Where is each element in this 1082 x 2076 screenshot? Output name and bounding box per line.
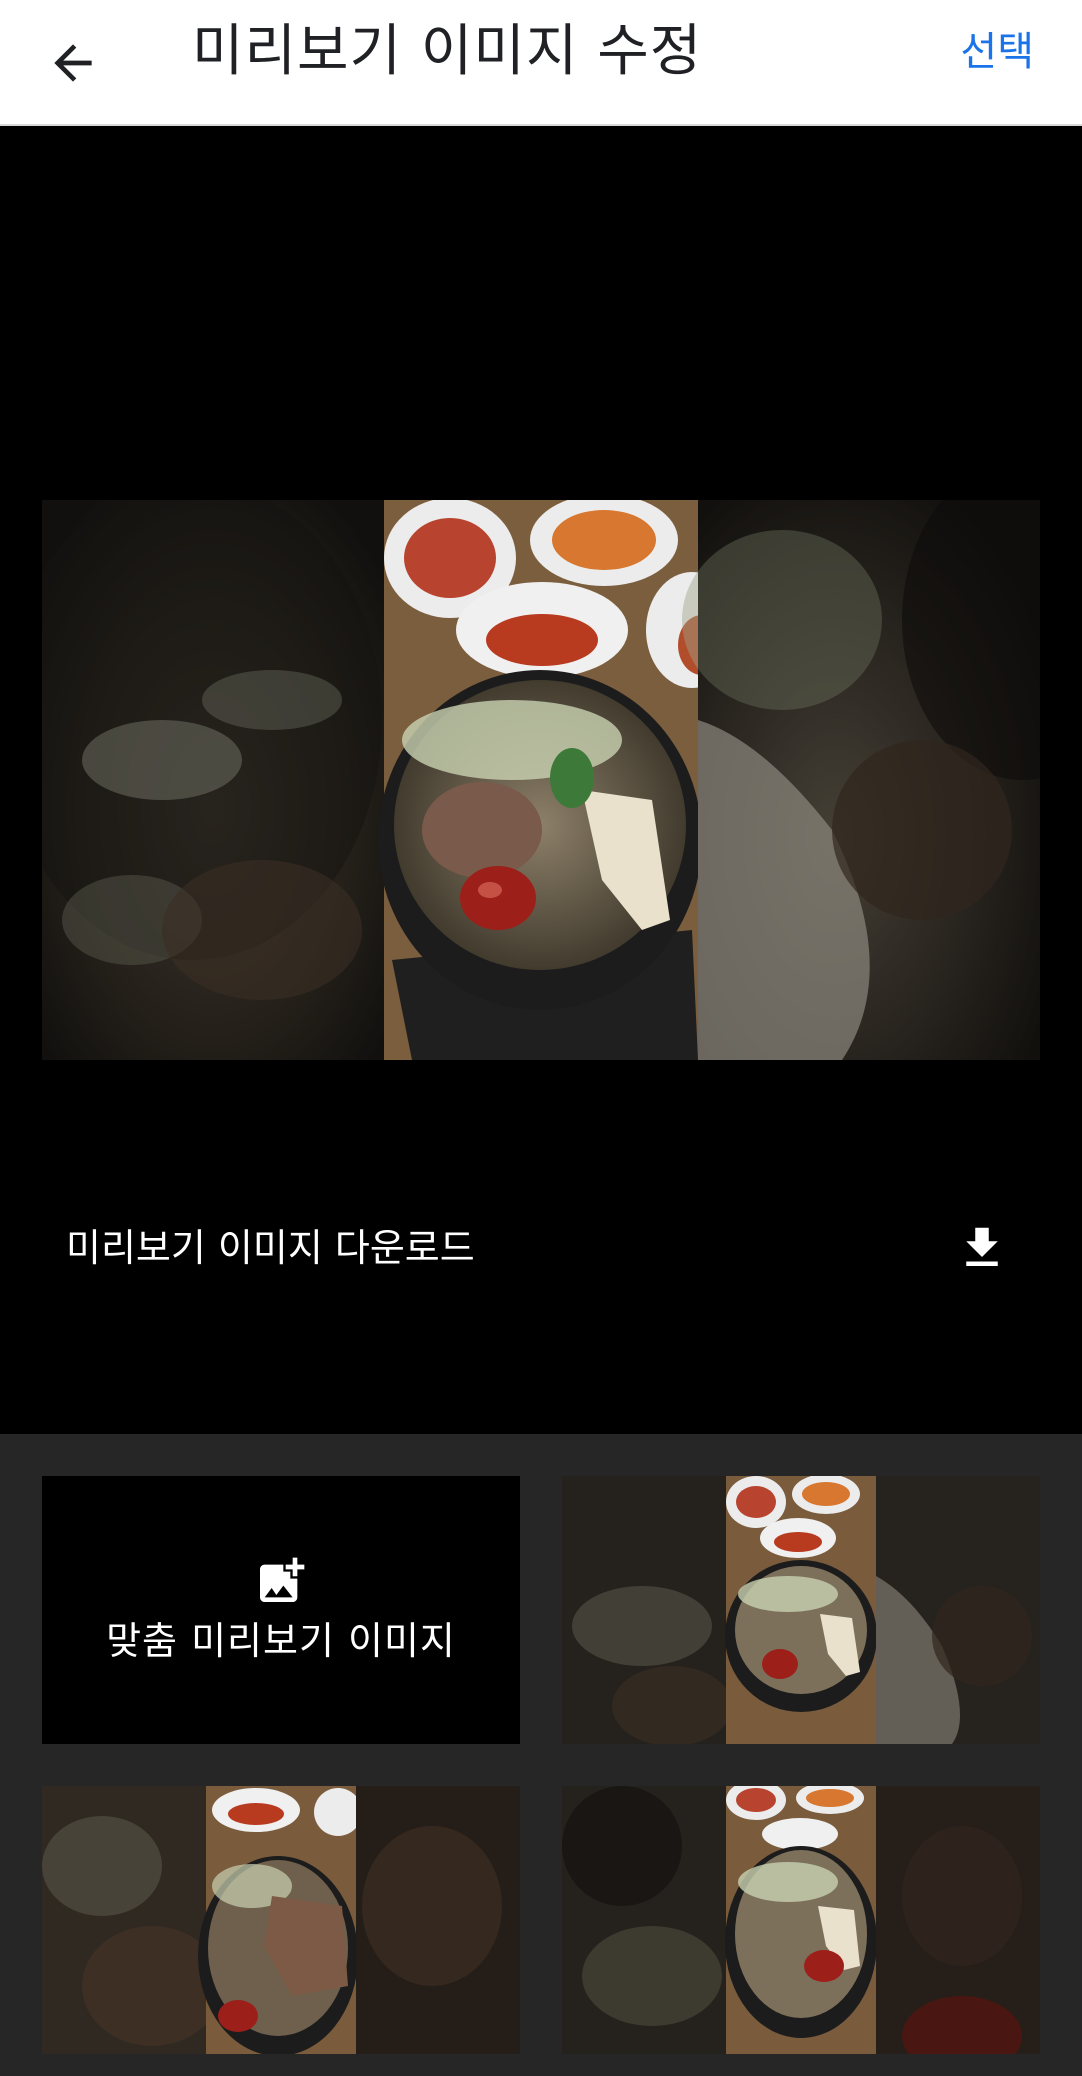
thumbnail-option-1[interactable] [562,1476,1040,1744]
arrow-back-icon [54,44,92,82]
select-button[interactable]: 선택 [960,24,1034,80]
download-row[interactable]: 미리보기 이미지 다운로드 [0,1218,1082,1288]
add-photo-icon [260,1557,305,1602]
page-title: 미리보기 이미지 수정 [192,19,703,84]
back-button[interactable] [28,18,118,108]
preview-area: 미리보기 이미지 다운로드 [0,128,1082,1434]
download-icon [966,1227,998,1266]
thumbnail-options-grid: 맞춤 미리보기 이미지 [0,1434,1082,2076]
custom-thumbnail-label: 맞춤 미리보기 이미지 [106,1619,456,1663]
download-label: 미리보기 이미지 다운로드 [66,1226,475,1270]
thumbnail-option-3[interactable] [562,1786,1040,2054]
thumbnail-option-2[interactable] [42,1786,520,2054]
thumbnail-preview-image [42,500,1040,1060]
top-app-bar: 미리보기 이미지 수정 선택 [0,0,1082,126]
custom-thumbnail-tile[interactable]: 맞춤 미리보기 이미지 [42,1476,520,1744]
download-button[interactable] [952,1218,1012,1278]
